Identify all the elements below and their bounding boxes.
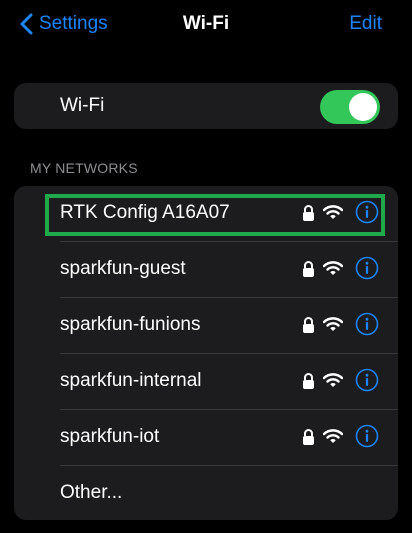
network-row[interactable]: sparkfun-internal bbox=[14, 354, 398, 410]
other-network-label: Other... bbox=[60, 482, 123, 503]
network-name: sparkfun-funions bbox=[60, 314, 201, 335]
network-row[interactable]: RTK Config A16A07 bbox=[14, 186, 398, 242]
info-icon[interactable] bbox=[355, 368, 379, 392]
lock-icon bbox=[303, 429, 314, 445]
section-header-my-networks: MY NETWORKS bbox=[30, 160, 138, 176]
network-row[interactable]: sparkfun-funions bbox=[14, 298, 398, 354]
lock-icon bbox=[303, 317, 314, 333]
other-network-row[interactable]: Other... bbox=[14, 466, 398, 522]
lock-icon bbox=[303, 261, 314, 277]
lock-icon bbox=[303, 205, 314, 221]
my-networks-list: RTK Config A16A07 sparkfun-guest sparkfu… bbox=[14, 186, 398, 520]
edit-button[interactable]: Edit bbox=[349, 13, 382, 35]
network-row[interactable]: sparkfun-guest bbox=[14, 242, 398, 298]
network-name: sparkfun-iot bbox=[60, 426, 160, 447]
wifi-signal-icon bbox=[323, 373, 343, 387]
wifi-label: Wi-Fi bbox=[60, 95, 105, 116]
navigation-bar: Settings Wi-Fi Edit bbox=[0, 0, 412, 56]
wifi-signal-icon bbox=[323, 205, 343, 219]
lock-icon bbox=[303, 373, 314, 389]
info-icon[interactable] bbox=[355, 312, 379, 336]
wifi-toggle-card: Wi-Fi bbox=[14, 83, 398, 129]
info-icon[interactable] bbox=[355, 200, 379, 224]
toggle-knob bbox=[349, 93, 377, 121]
info-icon[interactable] bbox=[355, 256, 379, 280]
info-icon[interactable] bbox=[355, 424, 379, 448]
wifi-signal-icon bbox=[323, 317, 343, 331]
network-name: RTK Config A16A07 bbox=[60, 202, 230, 223]
wifi-toggle[interactable] bbox=[320, 90, 380, 124]
wifi-signal-icon bbox=[323, 261, 343, 275]
network-name: sparkfun-internal bbox=[60, 370, 202, 391]
network-row[interactable]: sparkfun-iot bbox=[14, 410, 398, 466]
network-name: sparkfun-guest bbox=[60, 258, 186, 279]
wifi-signal-icon bbox=[323, 429, 343, 443]
